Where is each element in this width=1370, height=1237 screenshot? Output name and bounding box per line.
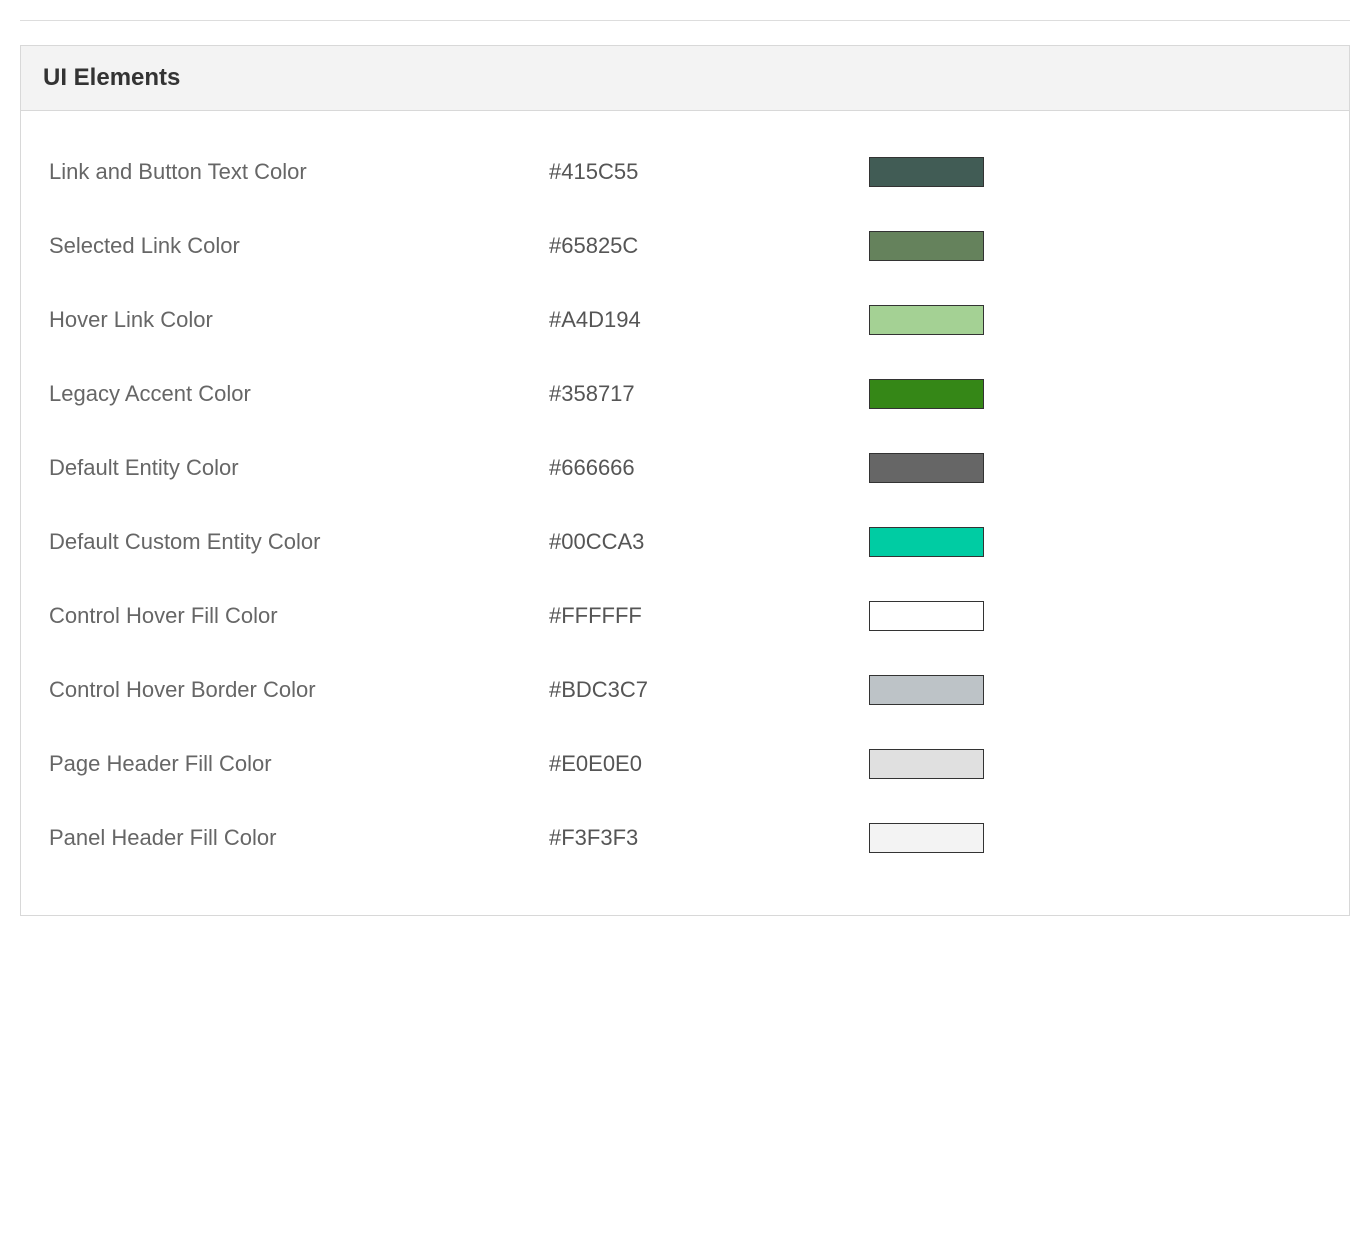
color-swatch[interactable]	[869, 675, 984, 705]
color-value: #00CCA3	[549, 529, 869, 555]
color-swatch[interactable]	[869, 231, 984, 261]
color-row: Link and Button Text Color#415C55	[49, 135, 1321, 209]
color-swatch[interactable]	[869, 379, 984, 409]
color-swatch[interactable]	[869, 157, 984, 187]
color-label: Hover Link Color	[49, 307, 549, 333]
color-label: Link and Button Text Color	[49, 159, 549, 185]
color-row: Panel Header Fill Color#F3F3F3	[49, 801, 1321, 875]
color-value: #65825C	[549, 233, 869, 259]
color-row: Control Hover Border Color#BDC3C7	[49, 653, 1321, 727]
color-row: Default Custom Entity Color#00CCA3	[49, 505, 1321, 579]
panel-title: UI Elements	[43, 64, 1327, 92]
top-divider	[20, 20, 1350, 21]
color-swatch[interactable]	[869, 527, 984, 557]
color-swatch[interactable]	[869, 305, 984, 335]
color-label: Legacy Accent Color	[49, 381, 549, 407]
color-label: Panel Header Fill Color	[49, 825, 549, 851]
color-value: #F3F3F3	[549, 825, 869, 851]
color-swatch[interactable]	[869, 823, 984, 853]
color-label: Page Header Fill Color	[49, 751, 549, 777]
color-value: #FFFFFF	[549, 603, 869, 629]
color-row: Default Entity Color#666666	[49, 431, 1321, 505]
color-value: #415C55	[549, 159, 869, 185]
color-label: Selected Link Color	[49, 233, 549, 259]
color-label: Default Entity Color	[49, 455, 549, 481]
color-value: #358717	[549, 381, 869, 407]
panel-body: Link and Button Text Color#415C55Selecte…	[21, 111, 1349, 915]
color-value: #666666	[549, 455, 869, 481]
color-label: Control Hover Border Color	[49, 677, 549, 703]
color-swatch[interactable]	[869, 749, 984, 779]
color-row: Page Header Fill Color#E0E0E0	[49, 727, 1321, 801]
color-swatch[interactable]	[869, 453, 984, 483]
ui-elements-panel: UI Elements Link and Button Text Color#4…	[20, 45, 1350, 916]
color-label: Default Custom Entity Color	[49, 529, 549, 555]
color-value: #BDC3C7	[549, 677, 869, 703]
color-value: #A4D194	[549, 307, 869, 333]
color-swatch[interactable]	[869, 601, 984, 631]
color-row: Selected Link Color#65825C	[49, 209, 1321, 283]
color-row: Hover Link Color#A4D194	[49, 283, 1321, 357]
color-row: Control Hover Fill Color#FFFFFF	[49, 579, 1321, 653]
panel-header: UI Elements	[21, 46, 1349, 111]
color-label: Control Hover Fill Color	[49, 603, 549, 629]
color-row: Legacy Accent Color#358717	[49, 357, 1321, 431]
color-value: #E0E0E0	[549, 751, 869, 777]
